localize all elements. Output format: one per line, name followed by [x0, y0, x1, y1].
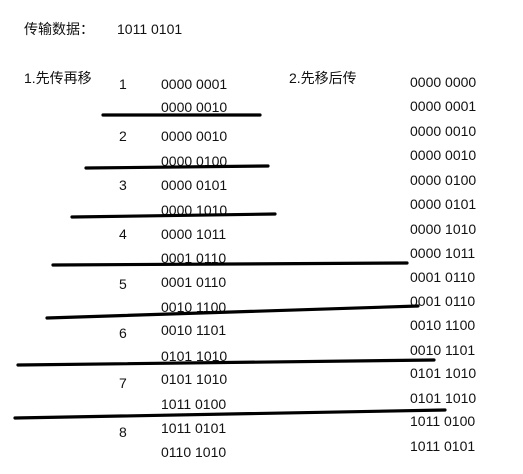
method2-value: 0000 0010: [410, 147, 477, 163]
separator-stroke: [51, 261, 409, 267]
step-number: 4: [119, 226, 127, 242]
method2-value: 0000 0000: [410, 74, 477, 90]
step-before-value: 0000 0101: [161, 177, 228, 193]
method2-value: 0101 1010: [410, 390, 477, 406]
method2-value: 0101 1010: [410, 365, 477, 381]
step-before-value: 1011 0101: [161, 420, 227, 436]
method2-value: 1011 0100: [410, 413, 476, 429]
step-after-value: 0000 0100: [161, 153, 228, 169]
step-after-value: 0010 1100: [161, 299, 227, 315]
step-before-value: 0000 1011: [161, 226, 227, 242]
method2-value: 0000 1010: [410, 221, 477, 237]
step-number: 7: [119, 375, 127, 391]
step-number: 6: [119, 325, 127, 341]
step-number: 5: [119, 276, 127, 292]
method2-value: 0000 0100: [410, 172, 477, 188]
step-before-value: 0010 1101: [161, 322, 227, 338]
method2-title: 2.先移后传: [289, 70, 357, 86]
step-number: 2: [119, 128, 127, 144]
method2-value: 0010 1101: [410, 342, 476, 358]
step-number: 1: [119, 76, 127, 92]
method2-value: 0001 0110: [410, 293, 476, 309]
method2-value: 0000 1011: [410, 245, 476, 261]
header-label: 传输数据：: [24, 21, 94, 37]
method1-title: 1.先传再移: [24, 70, 92, 86]
step-before-value: 0000 0010: [161, 128, 228, 144]
separator-stroke: [13, 408, 447, 420]
method2-value: 0000 0001: [410, 98, 477, 114]
step-before-value: 0101 1010: [161, 371, 228, 387]
step-before-value: 0001 0110: [161, 274, 227, 290]
step-after-value: 0101 1010: [161, 348, 228, 364]
step-after-value: 0000 0010: [161, 99, 228, 115]
step-number: 8: [119, 424, 127, 440]
step-before-value: 0000 0001: [161, 76, 228, 92]
method2-value: 0010 1100: [410, 317, 476, 333]
step-after-value: 0110 1010: [161, 444, 227, 460]
method2-value: 0001 0110: [410, 269, 476, 285]
method2-value: 0000 0101: [410, 196, 477, 212]
step-after-value: 1011 0100: [161, 396, 227, 412]
step-number: 3: [119, 177, 127, 193]
method2-value: 0000 0010: [410, 123, 477, 139]
step-after-value: 0001 0110: [161, 250, 227, 266]
separator-stroke: [45, 304, 420, 320]
method2-value: 1011 0101: [410, 438, 476, 454]
header-value: 1011 0101: [117, 21, 183, 37]
step-after-value: 0000 1010: [161, 202, 228, 218]
